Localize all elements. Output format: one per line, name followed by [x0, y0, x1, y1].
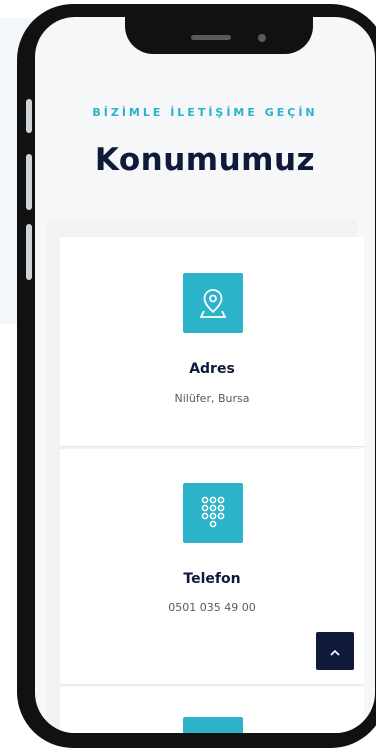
phone-side-button	[26, 224, 32, 280]
card-value: Nilüfer, Bursa	[174, 392, 250, 405]
phone-notch	[125, 8, 313, 54]
card-title: Adres	[189, 361, 235, 377]
section-eyebrow: BİZİMLE İLETİŞİME GEÇİN	[92, 106, 318, 119]
keypad-icon	[183, 483, 243, 543]
front-camera	[258, 34, 266, 42]
phone-screen: BİZİMLE İLETİŞİME GEÇİN Konumumuz Adres …	[35, 17, 375, 733]
page-title: Konumumuz	[94, 142, 316, 178]
contact-icon	[183, 717, 243, 733]
chevron-up-icon	[330, 644, 340, 659]
card-divider	[60, 684, 364, 685]
card-title: Telefon	[183, 571, 241, 587]
speaker-grille	[191, 35, 231, 40]
map-pin-icon	[183, 273, 243, 333]
phone-side-button	[26, 154, 32, 210]
address-card: Adres Nilüfer, Bursa	[60, 237, 364, 447]
contact-card-partial	[60, 687, 364, 733]
contact-cards: Adres Nilüfer, Bursa Telefon 0501 035 49…	[47, 219, 364, 733]
scroll-to-top-button[interactable]	[316, 632, 354, 670]
card-divider	[60, 446, 364, 447]
phone-side-button	[26, 99, 32, 133]
card-value: 0501 035 49 00	[168, 601, 256, 614]
